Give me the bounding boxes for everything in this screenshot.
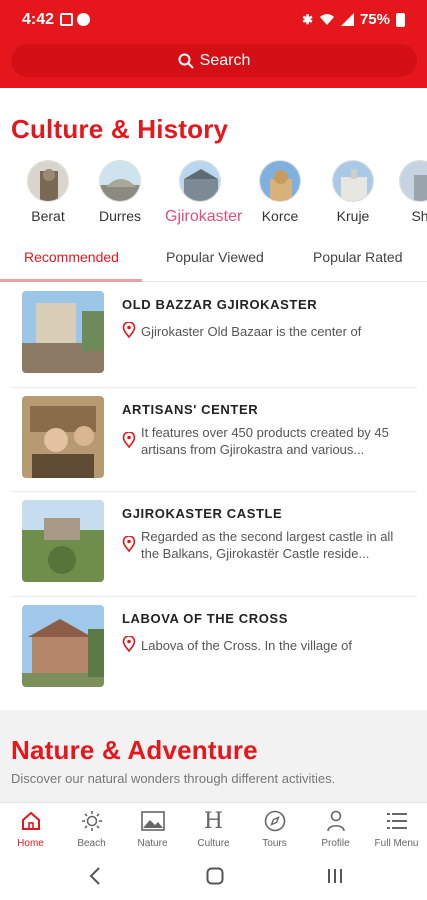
nav-culture[interactable]: H Culture (183, 808, 244, 850)
item-thumbnail (22, 395, 104, 478)
city-label: Korce (261, 208, 299, 224)
item-title: OLD BAZZAR GJIROKASTER (122, 297, 318, 312)
list-item[interactable]: ARTISANS' CENTER It features over 450 pr… (11, 388, 417, 492)
nav-label: Full Menu (374, 838, 419, 849)
recent-apps-icon[interactable] (326, 866, 344, 886)
city-label: Sh (411, 208, 427, 224)
image-icon (140, 811, 165, 831)
korce-thumbnail (259, 160, 301, 202)
item-title: ARTISANS' CENTER (122, 401, 259, 417)
person-icon (326, 810, 345, 832)
item-description: Regarded as the second largest castle in… (141, 529, 394, 561)
nav-label: Nature (137, 838, 168, 849)
list-item[interactable]: OLD BAZZAR GJIROKASTER Gjirokaster Old B… (11, 283, 417, 388)
nature-section-title: Nature & Adventure (11, 735, 258, 765)
location-pin-icon (122, 536, 136, 552)
city-label: Gjirokaster (165, 208, 243, 225)
culture-tabs: Recommended Popular Viewed Popular Rated (0, 240, 427, 282)
gjirokaster-thumbnail (179, 160, 221, 202)
search-icon (178, 53, 194, 69)
item-thumbnail (22, 604, 104, 687)
list-item[interactable]: GJIROKASTER CASTLE Regarded as the secon… (11, 492, 417, 597)
shkoder-thumbnail (399, 160, 427, 202)
nav-label: Home (17, 838, 44, 849)
city-durres[interactable]: Durres (85, 160, 155, 224)
item-title: LABOVA OF THE CROSS (122, 610, 288, 626)
durres-thumbnail (99, 160, 141, 202)
city-label: Berat (31, 208, 65, 224)
location-pin-icon (122, 431, 136, 448)
city-kruje[interactable]: Kruje (318, 160, 388, 224)
culture-section-title: Culture & History (11, 114, 229, 144)
nav-nature[interactable]: Nature (122, 809, 183, 849)
search-bar[interactable]: Search (11, 44, 417, 77)
nav-full-menu[interactable]: Full Menu (366, 809, 427, 849)
item-description: Gjirokaster Old Bazaar is the center of (141, 324, 362, 339)
app-header: Search (0, 40, 427, 88)
nature-section-subtitle: Discover our natural wonders through dif… (11, 771, 336, 786)
tab-popular-viewed[interactable]: Popular Viewed (166, 249, 264, 265)
home-button-icon[interactable] (206, 866, 224, 886)
kruje-thumbnail (332, 160, 374, 202)
nav-profile[interactable]: Profile (305, 809, 366, 849)
back-icon[interactable] (89, 866, 101, 886)
bluetooth-icon: ✱ (302, 11, 313, 27)
battery-percent: 75% (359, 11, 390, 28)
city-label: Durres (98, 208, 141, 224)
city-korce[interactable]: Korce (245, 160, 315, 224)
menu-list-icon (386, 813, 407, 829)
battery-icon (396, 12, 405, 27)
list-item[interactable]: LABOVA OF THE CROSS Labova of the Cross.… (11, 597, 417, 702)
nav-label: Culture (197, 838, 230, 849)
home-icon (21, 811, 40, 830)
nav-tours[interactable]: Tours (244, 809, 305, 849)
city-gjirokaster[interactable]: Gjirokaster (165, 160, 243, 226)
h-letter-icon: H (203, 808, 224, 834)
city-shkoder[interactable]: Sh (385, 160, 427, 224)
tab-recommended[interactable]: Recommended (24, 249, 119, 265)
berat-thumbnail (27, 160, 69, 202)
nav-beach[interactable]: Beach (61, 809, 122, 849)
gallery-notification-icon (60, 13, 73, 26)
search-label: Search (199, 51, 251, 69)
city-label: Kruje (336, 208, 370, 224)
nature-section: Nature & Adventure Discover our natural … (0, 710, 427, 802)
app-notification-icon (77, 13, 90, 26)
nav-label: Beach (77, 838, 106, 849)
nav-label: Profile (321, 838, 350, 849)
location-pin-icon (122, 322, 136, 338)
compass-icon (264, 810, 285, 832)
sun-icon (81, 811, 102, 831)
system-navigation-bar (0, 854, 427, 900)
wifi-icon (319, 14, 334, 25)
nav-home[interactable]: Home (0, 809, 61, 849)
signal-icon (340, 13, 354, 26)
tab-popular-rated[interactable]: Popular Rated (313, 249, 403, 265)
bottom-navigation: Home Beach Nature H Culture Tours Profil… (0, 802, 427, 854)
location-pin-icon (122, 635, 136, 652)
nav-label: Tours (262, 838, 287, 849)
item-thumbnail (22, 291, 104, 373)
status-time: 4:42 (22, 11, 55, 28)
item-description: It features over 450 products created by… (141, 424, 389, 457)
status-bar: 4:42 ✱ 75% (0, 0, 427, 40)
city-berat[interactable]: Berat (13, 160, 83, 224)
city-category-list: Berat Durres Gjirokaster Korce Kruje Sh (0, 160, 427, 232)
item-title: GJIROKASTER CASTLE (122, 506, 283, 521)
item-thumbnail (22, 500, 104, 582)
tab-indicator (0, 279, 142, 282)
item-description: Labova of the Cross. In the village of (141, 637, 353, 653)
attraction-list: OLD BAZZAR GJIROKASTER Gjirokaster Old B… (11, 283, 417, 701)
